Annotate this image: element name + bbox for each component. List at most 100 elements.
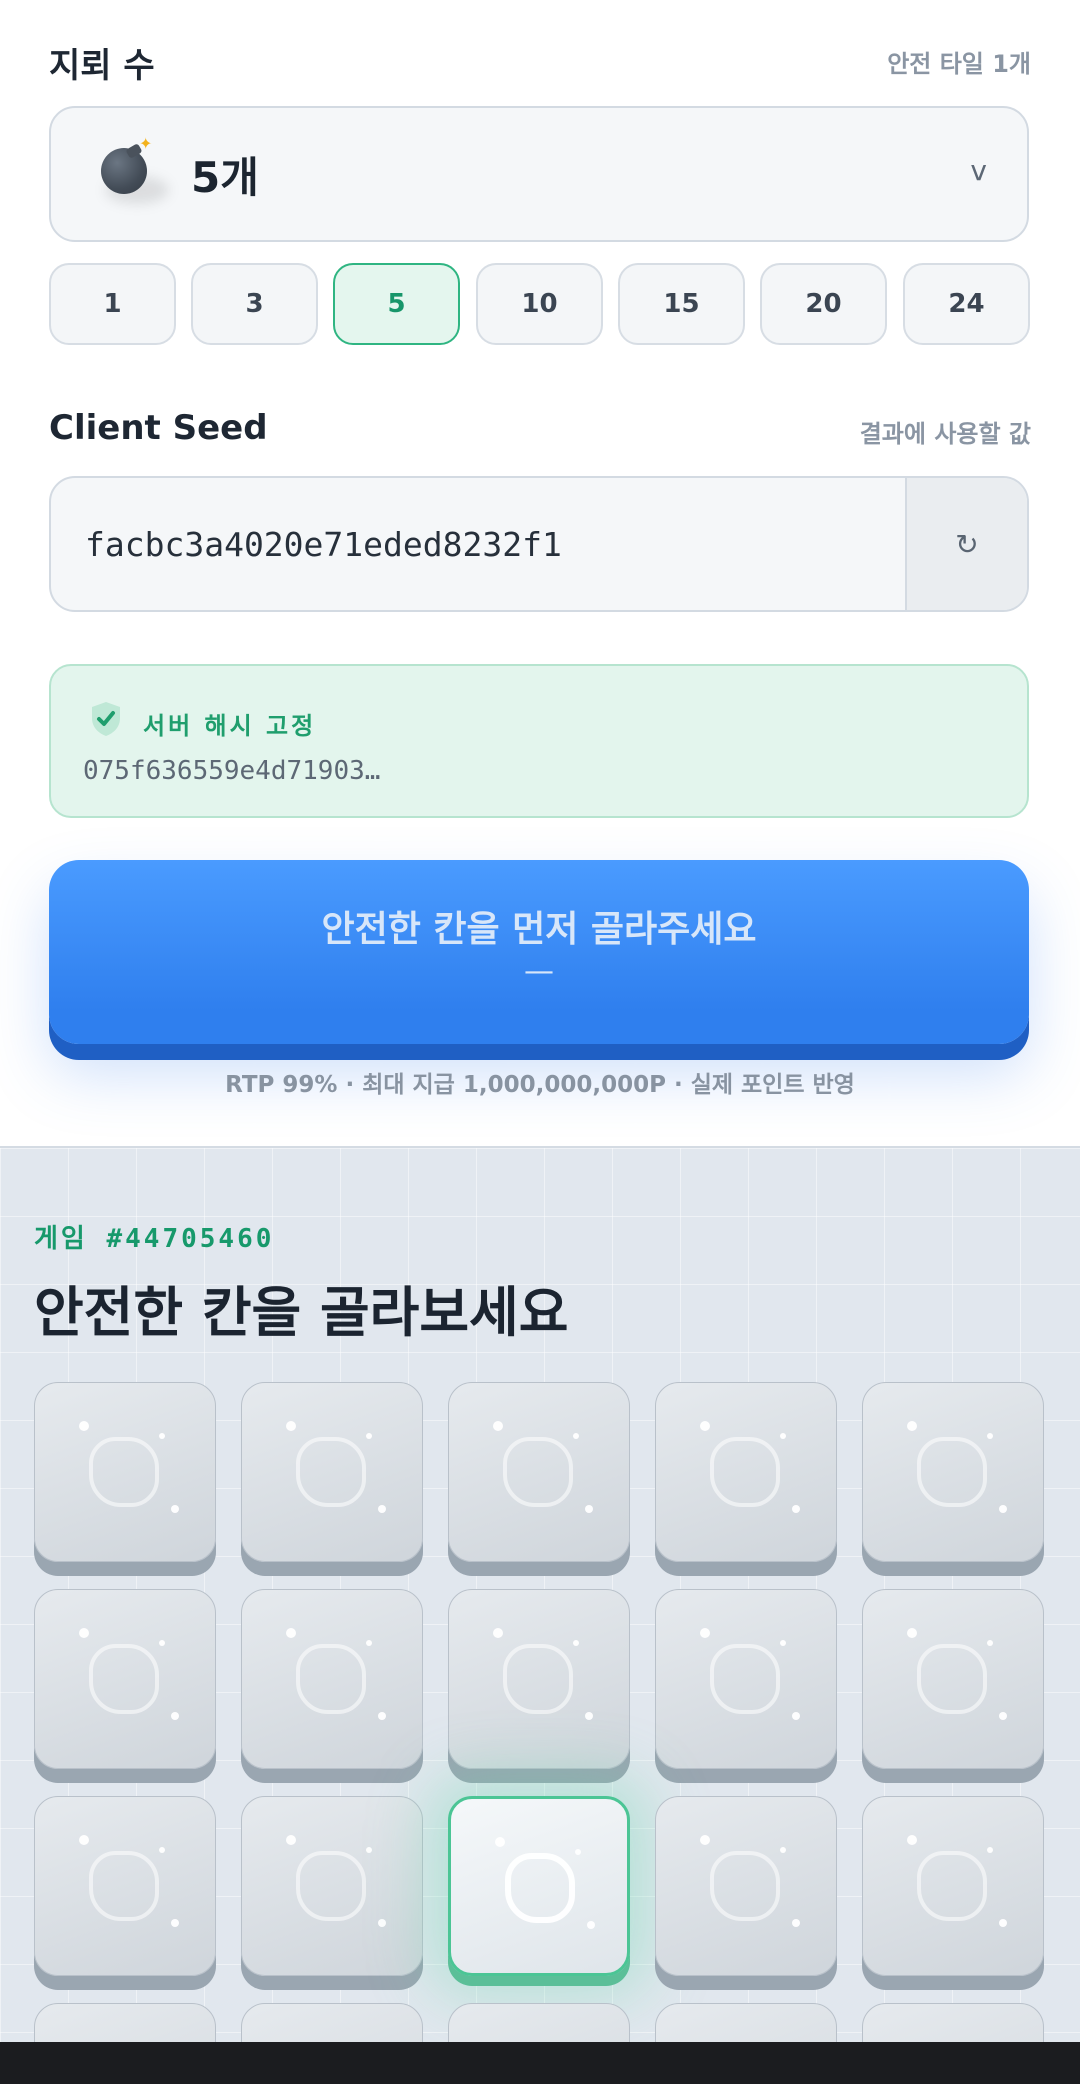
tile-sparkle-icon <box>780 1640 786 1646</box>
shield-check-icon <box>92 702 120 736</box>
tile-sparkle-icon <box>792 1505 800 1513</box>
mine-tile[interactable] <box>448 1796 630 1976</box>
start-game-label: 안전한 칸을 먼저 골라주세요 <box>321 909 757 950</box>
mine-tile[interactable] <box>862 1382 1044 1562</box>
tile-sparkle-icon <box>780 1847 786 1853</box>
tile-sparkle-icon <box>792 1919 800 1927</box>
mine-tile[interactable] <box>862 1589 1044 1769</box>
game-id: 게임 #44705460 <box>34 1224 275 1254</box>
tile-gem-outline-icon <box>89 1644 159 1714</box>
mine-tile[interactable] <box>241 1382 423 1562</box>
tile-sparkle-icon <box>378 1919 386 1927</box>
tile-gem-outline-icon <box>503 1437 573 1507</box>
rtp-info: RTP 99% · 최대 지급 1,000,000,000P · 실제 포인트 … <box>225 1072 855 1098</box>
mine-preset-3[interactable]: 3 <box>191 263 318 345</box>
mine-tile[interactable] <box>34 1796 216 1976</box>
tile-sparkle-icon <box>495 1837 505 1847</box>
tile-sparkle-icon <box>585 1712 593 1720</box>
tile-sparkle-icon <box>79 1421 89 1431</box>
tile-gem-outline-icon <box>505 1853 575 1923</box>
tile-gem-outline-icon <box>917 1851 987 1921</box>
start-game-button[interactable]: 안전한 칸을 먼저 골라주세요 — <box>49 860 1029 1044</box>
tile-gem-outline-icon <box>710 1644 780 1714</box>
mine-tile[interactable] <box>34 2003 216 2044</box>
client-seed-field: ↻ <box>49 476 1029 612</box>
tile-sparkle-icon <box>286 1835 296 1845</box>
game-board: 게임 #44705460 안전한 칸을 골라보세요 <box>0 1146 1080 2044</box>
tile-sparkle-icon <box>286 1421 296 1431</box>
tile-gem-outline-icon <box>89 1851 159 1921</box>
mine-tile[interactable] <box>655 1589 837 1769</box>
mine-count-dropdown[interactable]: ✦ 5개 v <box>49 106 1029 242</box>
tile-sparkle-icon <box>907 1835 917 1845</box>
mine-tile[interactable] <box>241 1796 423 1976</box>
mine-tile[interactable] <box>448 1589 630 1769</box>
refresh-icon: ↻ <box>955 527 979 561</box>
mine-tile[interactable] <box>241 2003 423 2044</box>
server-hash-label: 서버 해시 고정 <box>143 712 317 740</box>
mine-tile[interactable] <box>862 2003 1044 2044</box>
tile-sparkle-icon <box>366 1433 372 1439</box>
tile-sparkle-icon <box>575 1849 581 1855</box>
tile-sparkle-icon <box>987 1433 993 1439</box>
tile-gem-outline-icon <box>296 1437 366 1507</box>
tile-sparkle-icon <box>573 1640 579 1646</box>
start-game-sublabel: — <box>524 954 554 989</box>
tile-sparkle-icon <box>792 1712 800 1720</box>
client-seed-input[interactable] <box>51 478 909 610</box>
tile-sparkle-icon <box>79 1628 89 1638</box>
tile-gem-outline-icon <box>710 1851 780 1921</box>
seed-hint: 결과에 사용할 값 <box>859 420 1031 448</box>
refresh-seed-button[interactable]: ↻ <box>905 478 1027 610</box>
mine-tile[interactable] <box>655 1382 837 1562</box>
server-hash-card: 서버 해시 고정 075f636559e4d71903… <box>49 664 1029 818</box>
tile-sparkle-icon <box>159 1640 165 1646</box>
tile-sparkle-icon <box>999 1712 1007 1720</box>
tile-sparkle-icon <box>987 1640 993 1646</box>
mine-preset-5[interactable]: 5 <box>333 263 460 345</box>
tile-sparkle-icon <box>493 1628 503 1638</box>
mine-preset-15[interactable]: 15 <box>618 263 745 345</box>
tile-gem-outline-icon <box>917 1437 987 1507</box>
mine-preset-24[interactable]: 24 <box>903 263 1030 345</box>
tile-sparkle-icon <box>378 1505 386 1513</box>
mines-title: 지뢰 수 <box>49 46 155 86</box>
mine-tile[interactable] <box>448 1382 630 1562</box>
mine-preset-20[interactable]: 20 <box>760 263 887 345</box>
mine-tile[interactable] <box>862 1796 1044 1976</box>
mine-preset-10[interactable]: 10 <box>476 263 603 345</box>
game-title: 안전한 칸을 골라보세요 <box>34 1281 569 1344</box>
mine-preset-1[interactable]: 1 <box>49 263 176 345</box>
tile-sparkle-icon <box>366 1640 372 1646</box>
server-hash-value: 075f636559e4d71903… <box>83 756 381 786</box>
tile-sparkle-icon <box>171 1712 179 1720</box>
chevron-down-icon: v <box>970 154 987 187</box>
mine-tile[interactable] <box>34 1589 216 1769</box>
mine-tile[interactable] <box>34 1382 216 1562</box>
mine-tile[interactable] <box>448 2003 630 2044</box>
mine-tile[interactable] <box>241 1589 423 1769</box>
tile-sparkle-icon <box>585 1505 593 1513</box>
bottom-bar <box>0 2042 1080 2084</box>
tile-sparkle-icon <box>780 1433 786 1439</box>
tile-sparkle-icon <box>366 1847 372 1853</box>
tile-sparkle-icon <box>286 1628 296 1638</box>
tile-gem-outline-icon <box>917 1644 987 1714</box>
mines-hint: 안전 타일 1개 <box>887 50 1031 78</box>
tile-gem-outline-icon <box>710 1437 780 1507</box>
tile-sparkle-icon <box>907 1421 917 1431</box>
tile-sparkle-icon <box>573 1433 579 1439</box>
tile-sparkle-icon <box>493 1421 503 1431</box>
tile-gem-outline-icon <box>503 1644 573 1714</box>
mine-tile[interactable] <box>655 1796 837 1976</box>
tile-sparkle-icon <box>999 1919 1007 1927</box>
seed-title: Client Seed <box>49 408 268 448</box>
tile-sparkle-icon <box>987 1847 993 1853</box>
tile-sparkle-icon <box>587 1921 595 1929</box>
tile-sparkle-icon <box>378 1712 386 1720</box>
tile-sparkle-icon <box>700 1421 710 1431</box>
tile-sparkle-icon <box>999 1505 1007 1513</box>
mine-tile[interactable] <box>655 2003 837 2044</box>
tile-gem-outline-icon <box>89 1437 159 1507</box>
tile-sparkle-icon <box>700 1628 710 1638</box>
